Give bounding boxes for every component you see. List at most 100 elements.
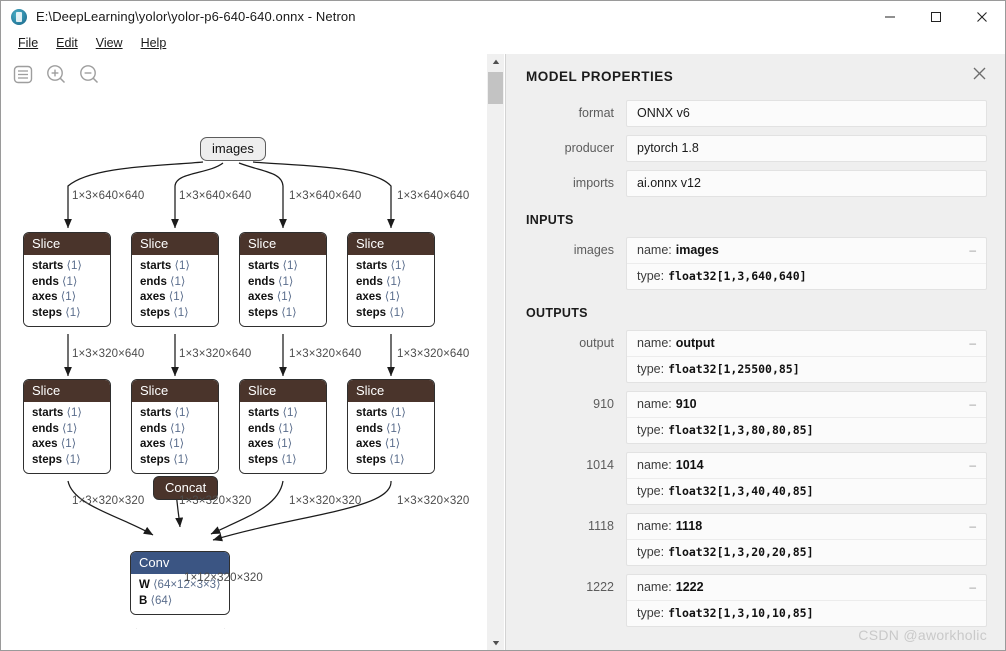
graph-node-slice-3-body: starts ⟨1⟩ ends ⟨1⟩ axes ⟨1⟩ steps ⟨1⟩ [240, 255, 326, 327]
input-name-key: name: [637, 243, 672, 257]
zoom-in-icon[interactable] [44, 62, 69, 87]
output-name-line: name: 910 – [627, 392, 986, 417]
graph-node-slice-1[interactable]: Slice starts ⟨1⟩ ends ⟨1⟩ axes ⟨1⟩ steps… [23, 232, 111, 328]
collapse-icon[interactable]: – [961, 397, 976, 411]
property-value-producer[interactable]: pytorch 1.8 [626, 135, 987, 162]
output-name-key: name: [637, 458, 672, 472]
graph-canvas[interactable]: images 1×3×640×640 1×3×640×640 1×3×640×6… [1, 54, 487, 629]
property-row-imports: imports ai.onnx v12 [506, 168, 1005, 203]
menu-edit[interactable]: Edit [47, 34, 87, 52]
edge-label-r3-3: 1×3×320×320 [397, 495, 470, 507]
output-type-key: type: [637, 423, 665, 437]
collapse-icon[interactable]: – [961, 458, 976, 472]
graph-node-slice-8[interactable]: Slice starts ⟨1⟩ ends ⟨1⟩ axes ⟨1⟩ steps… [347, 379, 435, 475]
graph-node-images[interactable]: images [200, 137, 266, 161]
vertical-scrollbar[interactable] [487, 54, 504, 650]
output-label-1014: 1014 [586, 458, 614, 472]
vertical-scroll-thumb[interactable] [488, 72, 503, 104]
input-row-images: images name: images – type: float32[1,3,… [506, 235, 1005, 296]
output-value-1222[interactable]: name: 1222 – type: float32[1,3,10,10,85] [626, 574, 987, 627]
output-name-value: 1222 [675, 580, 704, 594]
attr-starts: starts ⟨1⟩ [140, 407, 190, 419]
maximize-button[interactable] [913, 1, 959, 32]
graph-node-concat-label: Concat [165, 480, 207, 495]
attr-ends: ends ⟨1⟩ [248, 275, 294, 288]
output-value-output[interactable]: name: output – type: float32[1,25500,85] [626, 330, 987, 383]
attr-ends: ends ⟨1⟩ [140, 275, 186, 288]
scroll-up-arrow-icon[interactable] [487, 54, 504, 70]
menu-bar: File Edit View Help [1, 32, 1005, 54]
edge-label-r1-2: 1×3×640×640 [289, 190, 362, 202]
attr-b: B ⟨64⟩ [139, 594, 173, 607]
menu-icon[interactable] [11, 62, 36, 87]
attr-ends: ends ⟨1⟩ [356, 275, 402, 288]
attr-steps: steps ⟨1⟩ [356, 453, 405, 466]
property-value-producer-text: pytorch 1.8 [637, 141, 699, 155]
attr-starts: starts ⟨1⟩ [32, 407, 82, 419]
graph-node-slice-1-title: Slice [24, 233, 110, 255]
property-value-imports-text: ai.onnx v12 [637, 176, 701, 190]
collapse-icon[interactable]: – [961, 336, 976, 350]
attr-axes: axes ⟨1⟩ [140, 291, 185, 304]
output-type-line: type: float32[1,3,10,10,85] [627, 600, 986, 626]
attr-starts: starts ⟨1⟩ [248, 260, 298, 272]
output-type-value: float32[1,25500,85] [668, 362, 800, 376]
output-type-value: float32[1,3,10,10,85] [668, 606, 814, 620]
close-button[interactable] [959, 1, 1005, 32]
graph-pane: images 1×3×640×640 1×3×640×640 1×3×640×6… [1, 54, 487, 650]
attr-steps: steps ⟨1⟩ [356, 306, 405, 319]
edge-label-r2-0: 1×3×320×640 [72, 348, 145, 360]
attr-axes: axes ⟨1⟩ [32, 438, 77, 451]
output-name-value: 1118 [675, 519, 703, 533]
graph-node-slice-5[interactable]: Slice starts ⟨1⟩ ends ⟨1⟩ axes ⟨1⟩ steps… [23, 379, 111, 475]
edge-label-r3-1: 1×3×320×320 [179, 495, 252, 507]
watermark: CSDN @aworkholic [858, 627, 987, 643]
window-title: E:\DeepLearning\yolor\yolor-p6-640-640.o… [36, 9, 356, 24]
menu-help[interactable]: Help [132, 34, 176, 52]
graph-node-slice-6[interactable]: Slice starts ⟨1⟩ ends ⟨1⟩ axes ⟨1⟩ steps… [131, 379, 219, 475]
attr-axes: axes ⟨1⟩ [248, 291, 293, 304]
sidebar-header: MODEL PROPERTIES [506, 54, 1005, 98]
attr-axes: axes ⟨1⟩ [356, 438, 401, 451]
scroll-down-arrow-icon[interactable] [487, 635, 504, 650]
collapse-icon[interactable]: – [961, 243, 976, 257]
attr-ends: ends ⟨1⟩ [356, 422, 402, 435]
output-row-1118: 1118 name: 1118 – type: float32[1,3,20,2… [506, 511, 1005, 572]
output-name-line: name: 1014 – [627, 453, 986, 478]
output-value-910[interactable]: name: 910 – type: float32[1,3,80,80,85] [626, 391, 987, 444]
netron-window: E:\DeepLearning\yolor\yolor-p6-640-640.o… [0, 0, 1006, 651]
menu-file[interactable]: File [9, 34, 47, 52]
menu-view-label: View [95, 36, 123, 50]
edge-label-r3-0: 1×3×320×320 [72, 495, 145, 507]
output-row-1222: 1222 name: 1222 – type: float32[1,3,10,1… [506, 572, 1005, 633]
attr-steps: steps ⟨1⟩ [32, 453, 81, 466]
menu-view[interactable]: View [87, 34, 132, 52]
graph-node-slice-1-body: starts ⟨1⟩ ends ⟨1⟩ axes ⟨1⟩ steps ⟨1⟩ [24, 255, 110, 327]
output-label-1118: 1118 [588, 519, 614, 533]
output-type-line: type: float32[1,3,20,20,85] [627, 539, 986, 565]
collapse-icon[interactable]: – [961, 580, 976, 594]
edge-label-concat-out: 1×12×320×320 [184, 572, 263, 584]
input-value-images[interactable]: name: images – type: float32[1,3,640,640… [626, 237, 987, 290]
graph-node-slice-2[interactable]: Slice starts ⟨1⟩ ends ⟨1⟩ axes ⟨1⟩ steps… [131, 232, 219, 328]
attr-ends: ends ⟨1⟩ [140, 422, 186, 435]
graph-node-slice-7[interactable]: Slice starts ⟨1⟩ ends ⟨1⟩ axes ⟨1⟩ steps… [239, 379, 327, 475]
input-name-line: name: images – [627, 238, 986, 263]
output-value-1014[interactable]: name: 1014 – type: float32[1,3,40,40,85] [626, 452, 987, 505]
attr-ends: ends ⟨1⟩ [248, 422, 294, 435]
output-value-1118[interactable]: name: 1118 – type: float32[1,3,20,20,85] [626, 513, 987, 566]
graph-node-slice-4[interactable]: Slice starts ⟨1⟩ ends ⟨1⟩ axes ⟨1⟩ steps… [347, 232, 435, 328]
output-label-910: 910 [593, 397, 614, 411]
collapse-icon[interactable]: – [961, 519, 976, 533]
attr-steps: steps ⟨1⟩ [32, 306, 81, 319]
minimize-button[interactable] [867, 1, 913, 32]
property-value-format[interactable]: ONNX v6 [626, 100, 987, 127]
edge-label-r2-1: 1×3×320×640 [179, 348, 252, 360]
close-icon[interactable] [972, 66, 987, 86]
attr-steps: steps ⟨1⟩ [140, 306, 189, 319]
zoom-out-icon[interactable] [77, 62, 102, 87]
output-type-line: type: float32[1,3,80,80,85] [627, 417, 986, 443]
property-row-producer: producer pytorch 1.8 [506, 133, 1005, 168]
property-value-imports[interactable]: ai.onnx v12 [626, 170, 987, 197]
graph-node-slice-3[interactable]: Slice starts ⟨1⟩ ends ⟨1⟩ axes ⟨1⟩ steps… [239, 232, 327, 328]
